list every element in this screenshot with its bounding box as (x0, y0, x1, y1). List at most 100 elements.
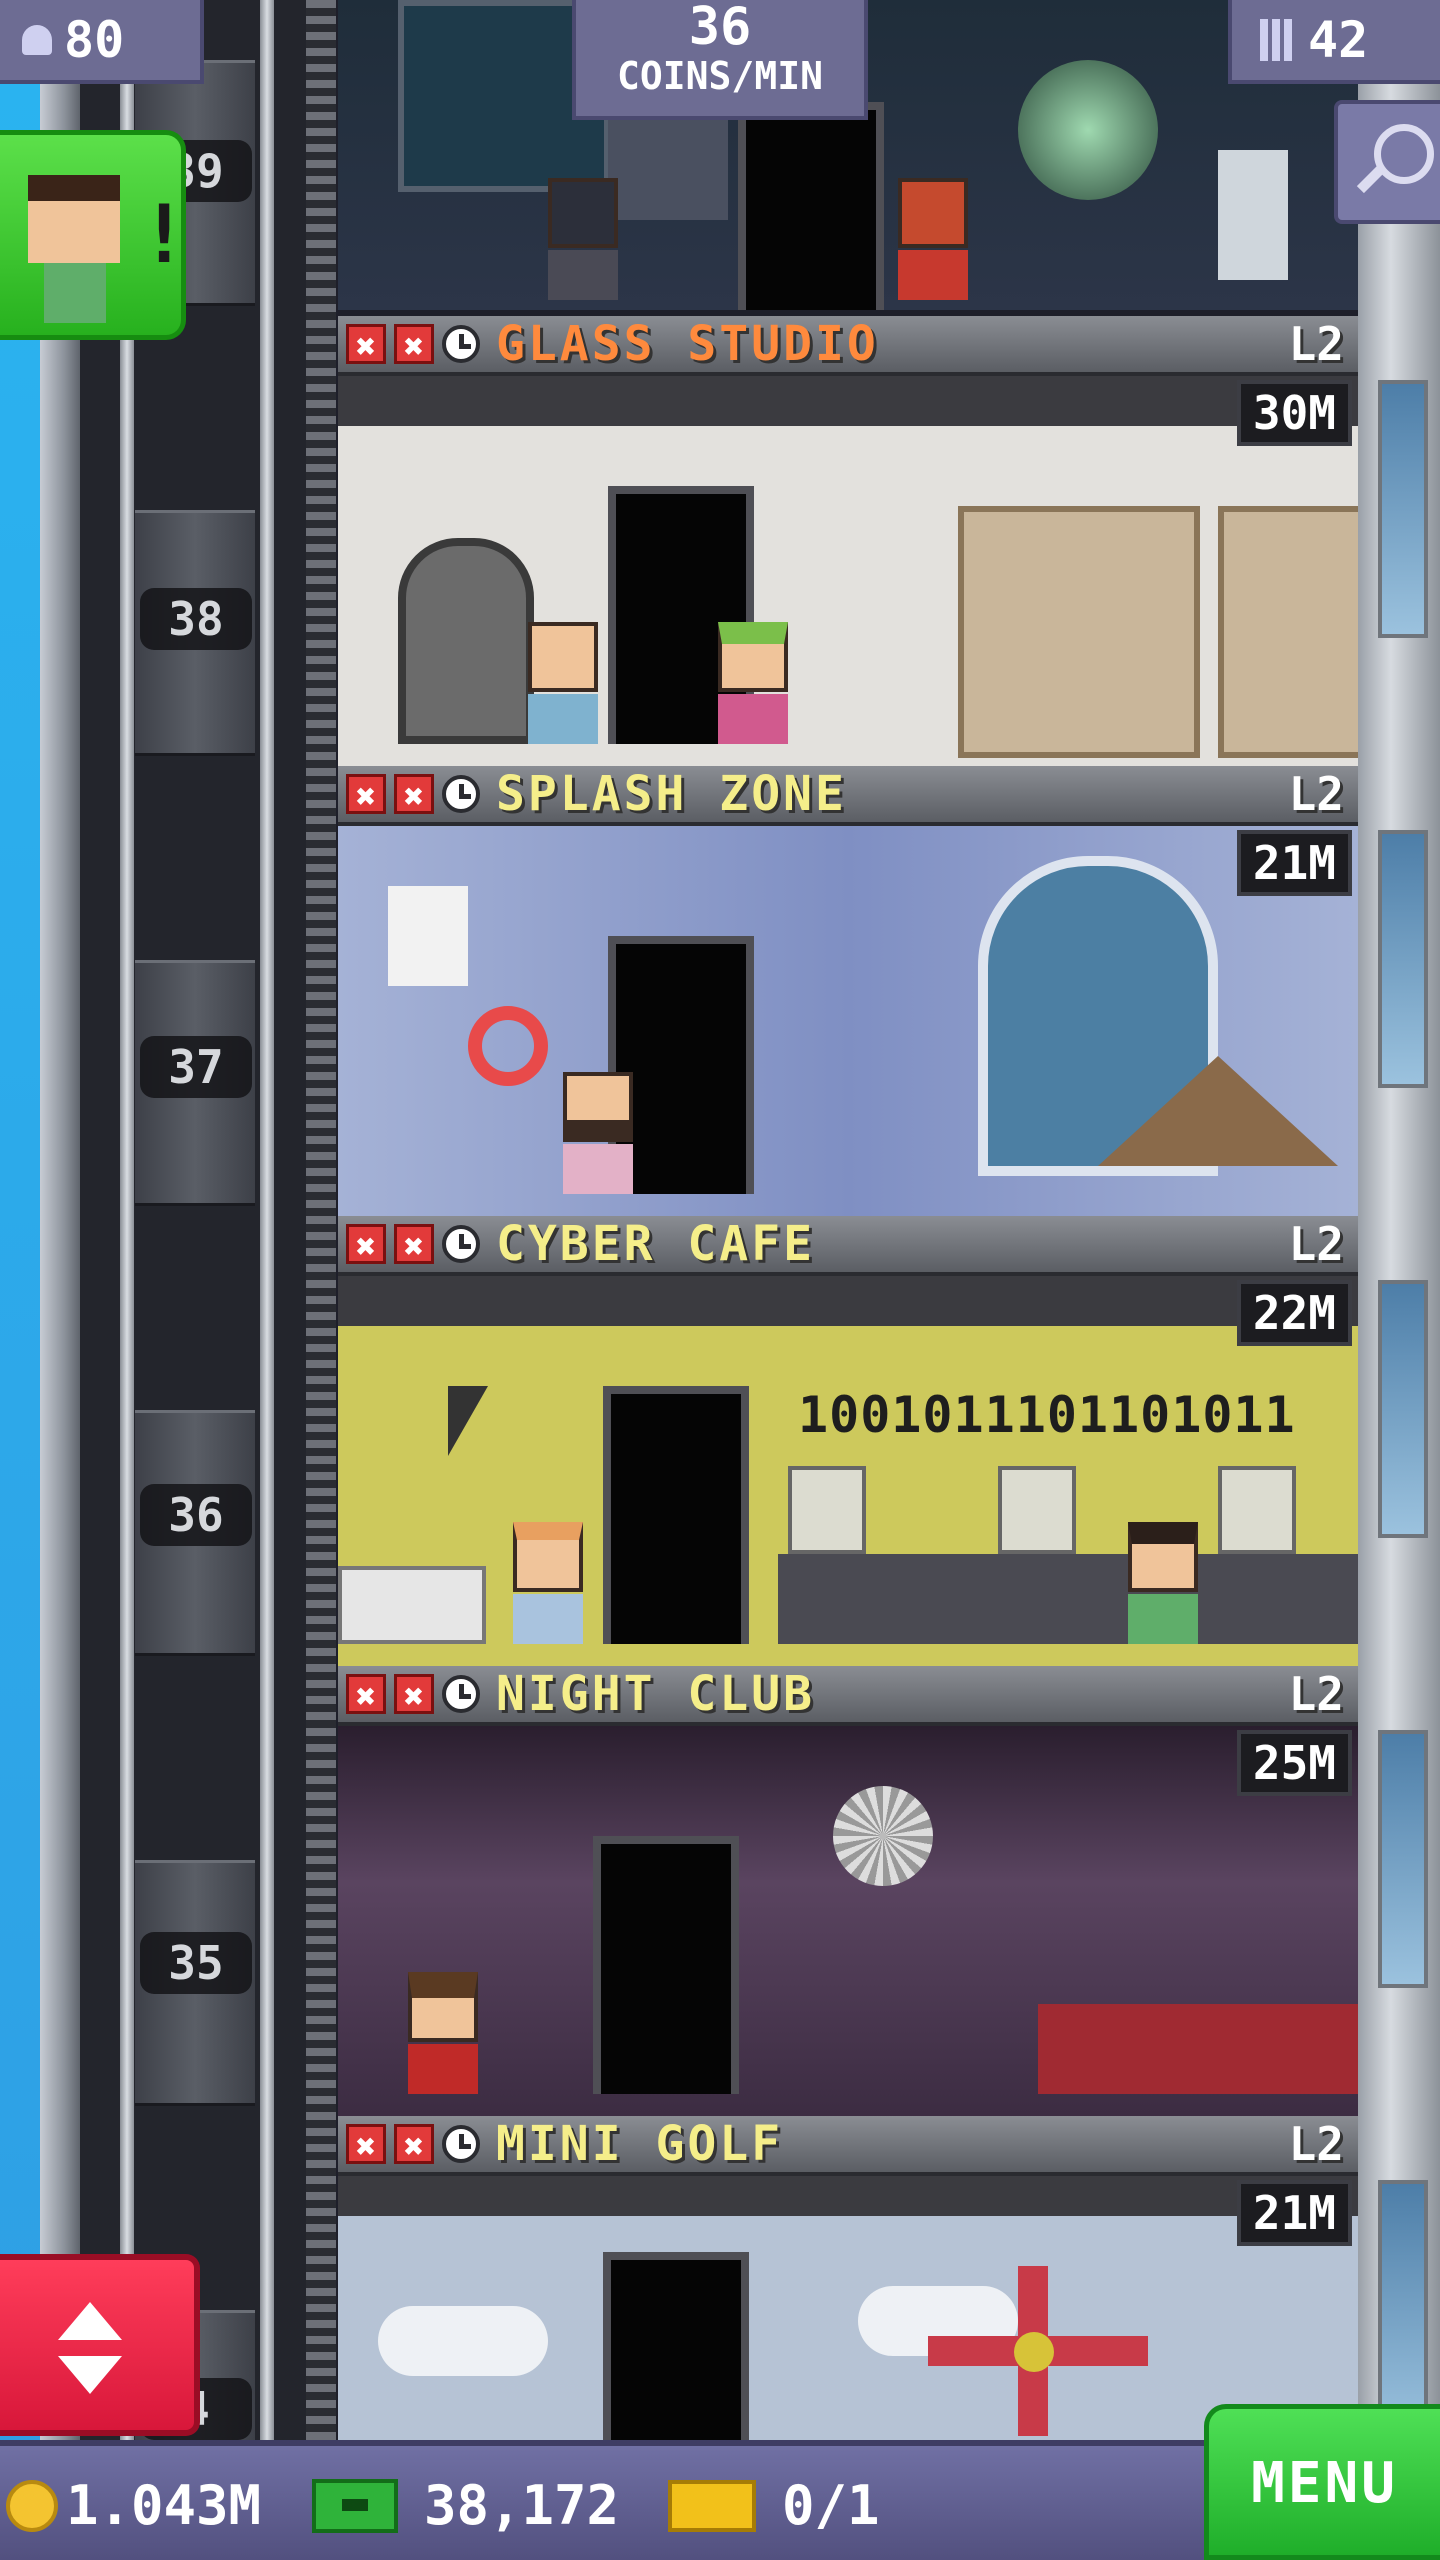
floor-level: L2 (1288, 767, 1344, 821)
menu-button[interactable]: MENU (1204, 2404, 1440, 2560)
floors-value: 42 (1308, 11, 1369, 69)
visitor-avatar-body (44, 263, 106, 323)
floor-body: 21M (338, 826, 1358, 1216)
floor-glass-studio[interactable]: ✖ ✖ GLASS STUDIO L2 30M (338, 316, 1358, 766)
notice-board (388, 886, 468, 986)
floor-number: 37 (140, 1036, 252, 1098)
floor-name: GLASS STUDIO (496, 316, 879, 372)
visitor[interactable] (548, 178, 618, 300)
visitor[interactable] (898, 178, 968, 300)
stock-badge: 30M (1236, 380, 1352, 446)
floor-header[interactable]: ✖ ✖ GLASS STUDIO L2 (338, 316, 1358, 376)
floor-door (593, 1836, 739, 2094)
tower-window (1378, 1280, 1428, 1538)
floor-number: 35 (140, 1932, 252, 1994)
floor-mini-golf[interactable]: ✖ ✖ MINI GOLF L2 21M (338, 2116, 1358, 2440)
elevator-button[interactable] (0, 2254, 200, 2436)
x-icon: ✖ (394, 324, 434, 367)
glass-shelf (958, 506, 1200, 758)
visitor[interactable] (513, 1522, 583, 1644)
floor-header[interactable]: ✖ ✖ NIGHT CLUB L2 (338, 1666, 1358, 1726)
visitor[interactable] (563, 1072, 633, 1194)
floor-body: 25M (338, 1726, 1358, 2116)
disco-ball (833, 1786, 933, 1886)
stock-badge: 22M (1236, 1280, 1352, 1346)
alert-icon: ! (140, 188, 189, 281)
building-icon (1260, 19, 1296, 61)
lounge-sofa (1038, 2004, 1358, 2094)
visitor[interactable] (408, 1972, 478, 2094)
tower-window (1378, 380, 1428, 638)
x-icon: ✖ (394, 1224, 434, 1267)
coin-rate-value: 36 (688, 0, 752, 57)
cursor-icon (448, 1386, 488, 1456)
computer (788, 1466, 866, 1554)
coins-display[interactable]: 1.043M (6, 2474, 261, 2537)
x-icon: ✖ (346, 2124, 386, 2167)
floor-cyber-cafe[interactable]: ✖ ✖ CYBER CAFE L2 22M 1001011101101011 (338, 1216, 1358, 1666)
clock-icon (442, 1675, 480, 1713)
globe-light (1018, 60, 1158, 200)
terminal (1218, 150, 1288, 280)
kiln (398, 538, 534, 744)
shaft-column (120, 0, 134, 2440)
bux-value: 38,172 (424, 2474, 620, 2537)
bux-icon (312, 2478, 398, 2533)
bux-display[interactable]: 38,172 (312, 2474, 619, 2537)
counter (338, 1566, 486, 1644)
tower-window (1378, 1730, 1428, 1988)
tower-left-edge (40, 0, 80, 2440)
floor-header[interactable]: ✖ ✖ MINI GOLF L2 (338, 2116, 1358, 2176)
floor-header[interactable]: ✖ ✖ CYBER CAFE L2 (338, 1216, 1358, 1276)
floor-number: 38 (140, 588, 252, 650)
computer (1218, 1466, 1296, 1554)
coin-icon (6, 2479, 58, 2532)
floor-body: 21M (338, 2176, 1358, 2440)
search-button[interactable] (1334, 100, 1440, 224)
tickets-value: 0/1 (782, 2474, 880, 2537)
floor-name: NIGHT CLUB (496, 1666, 815, 1722)
x-icon: ✖ (346, 324, 386, 367)
clock-icon (442, 325, 480, 363)
coin-rate-unit: COINS/MIN (617, 54, 823, 98)
clock-icon (442, 775, 480, 813)
visitor[interactable] (528, 622, 598, 744)
windmill-hub (1014, 2332, 1054, 2372)
visitor-avatar (28, 175, 120, 263)
population-counter[interactable]: 80 (0, 0, 204, 84)
floor-level: L2 (1288, 317, 1344, 371)
floor-night-club[interactable]: ✖ ✖ NIGHT CLUB L2 25M (338, 1666, 1358, 2116)
x-icon: ✖ (346, 1674, 386, 1717)
shaft-column (260, 0, 274, 2440)
visitor[interactable] (1128, 1522, 1198, 1644)
computer-desks (778, 1554, 1358, 1644)
clock-icon (442, 2125, 480, 2163)
floors-counter[interactable]: 42 (1228, 0, 1440, 84)
floor-door (738, 102, 884, 310)
floor-door (603, 2252, 749, 2440)
stock-badge: 21M (1236, 830, 1352, 896)
x-icon: ✖ (346, 1224, 386, 1267)
x-icon: ✖ (394, 774, 434, 817)
tower-window (1378, 830, 1428, 1088)
glass-shelf (1218, 506, 1358, 758)
x-icon: ✖ (394, 1674, 434, 1717)
visitor[interactable] (718, 622, 788, 744)
population-value: 80 (64, 11, 125, 69)
binary-text: 1001011101101011 (798, 1386, 1296, 1444)
ticket-icon (668, 2479, 756, 2532)
desk (608, 120, 728, 220)
x-icon: ✖ (394, 2124, 434, 2167)
floor-header[interactable]: ✖ ✖ SPLASH ZONE L2 (338, 766, 1358, 826)
tower-right-edge (1358, 0, 1440, 2440)
coin-rate-panel[interactable]: 36 COINS/MIN (572, 0, 868, 120)
floor-level: L2 (1288, 1217, 1344, 1271)
elevator-down-icon (58, 2356, 122, 2394)
tickets-display[interactable]: 0/1 (668, 2474, 880, 2537)
floor-splash-zone[interactable]: ✖ ✖ SPLASH ZONE L2 21M (338, 766, 1358, 1216)
floor-level: L2 (1288, 1667, 1344, 1721)
tower-window (1378, 2180, 1428, 2438)
visitor-notification-button[interactable]: ! (0, 130, 189, 340)
floor-name: MINI GOLF (496, 2116, 784, 2172)
cloud (378, 2306, 548, 2376)
